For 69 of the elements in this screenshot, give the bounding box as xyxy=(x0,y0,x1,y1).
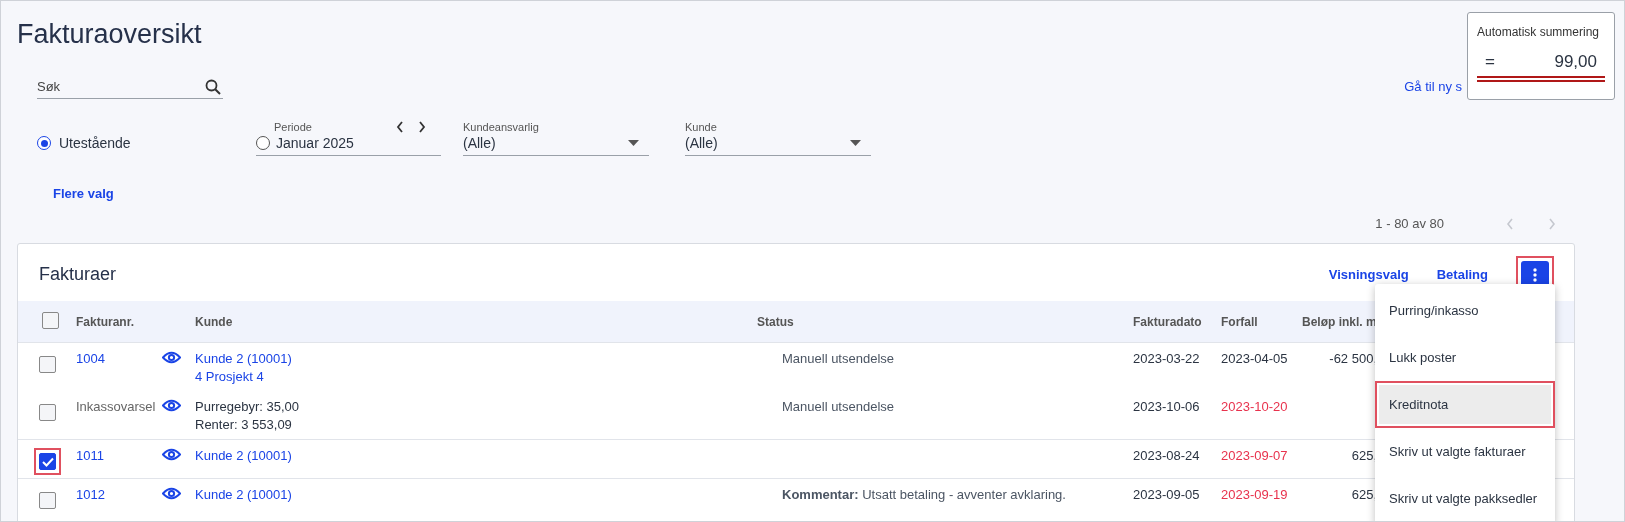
customer-link[interactable]: 4 Prosjekt 4 xyxy=(195,369,757,384)
due-date: 2023-09-07 xyxy=(1221,448,1289,463)
page-title: Fakturaoversikt xyxy=(17,19,202,51)
table-cell-text: 2023-09-05 xyxy=(1133,487,1201,502)
card-title: Fakturaer xyxy=(39,264,117,285)
checkbox[interactable] xyxy=(39,492,56,509)
action-link[interactable]: Visningsvalg xyxy=(1328,267,1409,282)
status-text: Manuell utsendelse xyxy=(782,351,895,366)
table-cell-text: 2023-08-24 xyxy=(1133,448,1201,463)
new-page-link[interactable]: Gå til ny s xyxy=(1404,79,1462,99)
eye-icon[interactable] xyxy=(162,448,181,461)
checkbox[interactable] xyxy=(39,453,56,470)
equals-sign: = xyxy=(1485,52,1495,72)
status-text: Manuell utsendelse xyxy=(782,399,895,414)
menu-item[interactable]: Kreditnota xyxy=(1379,385,1551,424)
menu-item[interactable]: Purring/inkasso xyxy=(1379,291,1551,330)
menu-item[interactable]: Skriv ut valgte fakturaer xyxy=(1379,432,1551,471)
fee-text: Renter: 3 553,09 xyxy=(195,417,293,432)
radio-button[interactable] xyxy=(256,136,270,150)
summary-title: Automatisk summering xyxy=(1477,25,1601,39)
status-text: Kommentar: Utsatt betaling - avventer avklaring. xyxy=(782,487,1066,502)
eye-icon[interactable] xyxy=(162,487,181,500)
customer-link[interactable]: Kunde 2 (10001) xyxy=(195,448,757,463)
radio-label: Utestående xyxy=(59,135,131,151)
pagination-range: 1 - 80 av 80 xyxy=(1375,216,1444,231)
kebab-icon xyxy=(1533,267,1537,282)
checkbox[interactable] xyxy=(42,311,59,329)
more-options-link[interactable]: Flere valg xyxy=(53,186,114,201)
dropdown[interactable]: (Alle) xyxy=(463,133,649,156)
search-field[interactable]: Søk xyxy=(37,77,223,99)
table-cell: 625, xyxy=(1351,448,1377,463)
invoice-number: Inkassovarsel xyxy=(76,399,157,414)
search-icon xyxy=(205,79,221,95)
table-cell-text: 2023-03-22 xyxy=(1133,351,1201,366)
caret-icon xyxy=(850,140,861,146)
table-cell: -62 500, xyxy=(1329,351,1377,366)
summary-value: 99,00 xyxy=(1554,52,1597,72)
column-header[interactable]: Fakturadato xyxy=(1133,314,1221,329)
action-link[interactable]: Betaling xyxy=(1436,267,1488,282)
field-label: Kunde xyxy=(685,121,718,133)
dropdown[interactable]: (Alle) xyxy=(685,133,871,156)
eye-icon[interactable] xyxy=(162,351,181,364)
invoice-number-link[interactable]: 1004 xyxy=(76,351,162,366)
column-header[interactable]: Forfall xyxy=(1221,314,1302,329)
fee-text: Purregebyr: 35,00 xyxy=(195,399,301,414)
table-cell: 625, xyxy=(1351,487,1377,502)
checkbox[interactable] xyxy=(39,356,56,373)
field-label: Periode xyxy=(273,121,313,133)
due-date: 2023-09-19 xyxy=(1221,487,1289,502)
customer-link[interactable]: Kunde 2 (10001) xyxy=(195,487,757,502)
table-cell-text: 2023-10-06 xyxy=(1133,399,1201,414)
caret-icon xyxy=(628,140,639,146)
chevron-left-icon[interactable] xyxy=(396,121,404,133)
column-header[interactable]: Status xyxy=(757,314,1133,329)
field-label: Kundeansvarlig xyxy=(463,121,540,133)
menu-item[interactable]: Lukk poster xyxy=(1379,338,1551,377)
due-date: 2023-10-20 xyxy=(1221,399,1289,414)
column-header[interactable]: Kunde xyxy=(195,314,757,329)
due-date: 2023-04-05 xyxy=(1221,351,1289,366)
eye-icon[interactable] xyxy=(162,399,181,412)
period-value: Januar 2025 xyxy=(276,135,354,151)
invoice-number-link[interactable]: 1012 xyxy=(76,487,162,502)
customer-link[interactable]: Kunde 2 (10001) xyxy=(195,351,757,366)
radio-button[interactable] xyxy=(37,136,51,150)
menu-item[interactable]: Skriv ut valgte pakksedler xyxy=(1379,479,1551,518)
invoice-number-link[interactable]: 1011 xyxy=(76,448,162,463)
column-header[interactable]: Fakturanr. xyxy=(76,314,162,329)
chevron-right-icon[interactable] xyxy=(418,121,426,133)
checkbox[interactable] xyxy=(39,404,56,421)
